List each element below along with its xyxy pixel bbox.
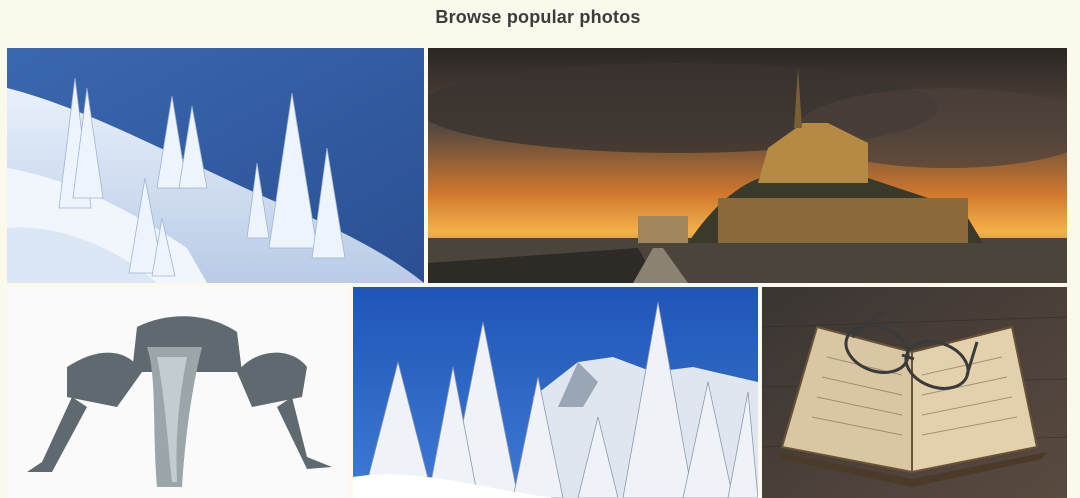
yoga-pose-image [7, 287, 349, 498]
photo-tile-snowy-slope[interactable] [7, 48, 424, 283]
section-heading: Browse popular photos [435, 7, 641, 27]
photo-tile-snowy-firs[interactable] [353, 287, 758, 498]
photo-tile-castle-sunset[interactable] [428, 48, 1067, 283]
photo-tile-book-glasses[interactable] [762, 287, 1067, 498]
photo-tile-yoga-pose[interactable] [7, 287, 349, 498]
snowy-firs-image [353, 287, 758, 498]
page-right-margin [1067, 0, 1080, 498]
snowy-slope-image [7, 48, 424, 283]
popular-photos-page: Browse popular photos [0, 0, 1080, 498]
book-glasses-image [762, 287, 1067, 498]
castle-sunset-image [428, 48, 1067, 283]
